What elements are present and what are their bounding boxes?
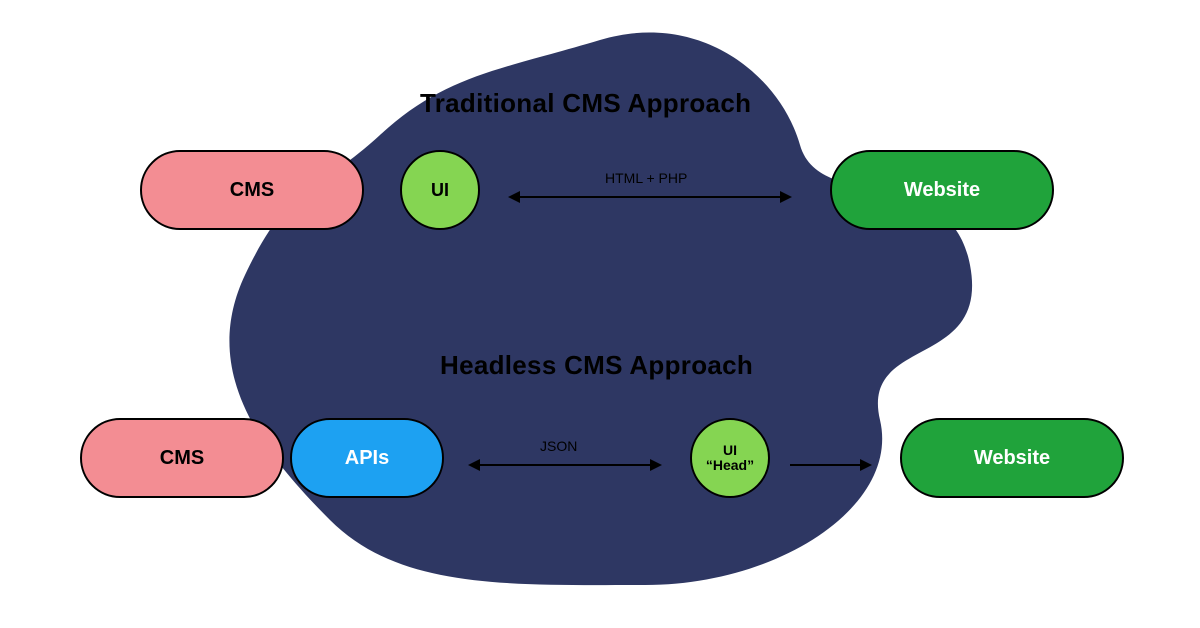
node-cms-traditional: CMS (140, 150, 364, 230)
node-website-headless: Website (900, 418, 1124, 498)
arrow-json (470, 464, 660, 466)
ui-head-text: UI “Head” (706, 443, 754, 474)
title-traditional: Traditional CMS Approach (420, 88, 751, 119)
diagram-stage: Traditional CMS Approach CMS UI HTML + P… (0, 0, 1200, 628)
title-headless: Headless CMS Approach (440, 350, 753, 381)
node-ui-head: UI “Head” (690, 418, 770, 498)
node-ui-traditional: UI (400, 150, 480, 230)
node-apis: APIs (290, 418, 444, 498)
ui-head-line2: “Head” (706, 458, 754, 473)
arrow-label-json: JSON (540, 438, 577, 454)
ui-head-line1: UI (706, 443, 754, 458)
arrow-traditional (510, 196, 790, 198)
node-cms-headless: CMS (80, 418, 284, 498)
arrow-label-html-php: HTML + PHP (605, 170, 687, 186)
node-website-traditional: Website (830, 150, 1054, 230)
arrow-to-website (790, 464, 870, 466)
